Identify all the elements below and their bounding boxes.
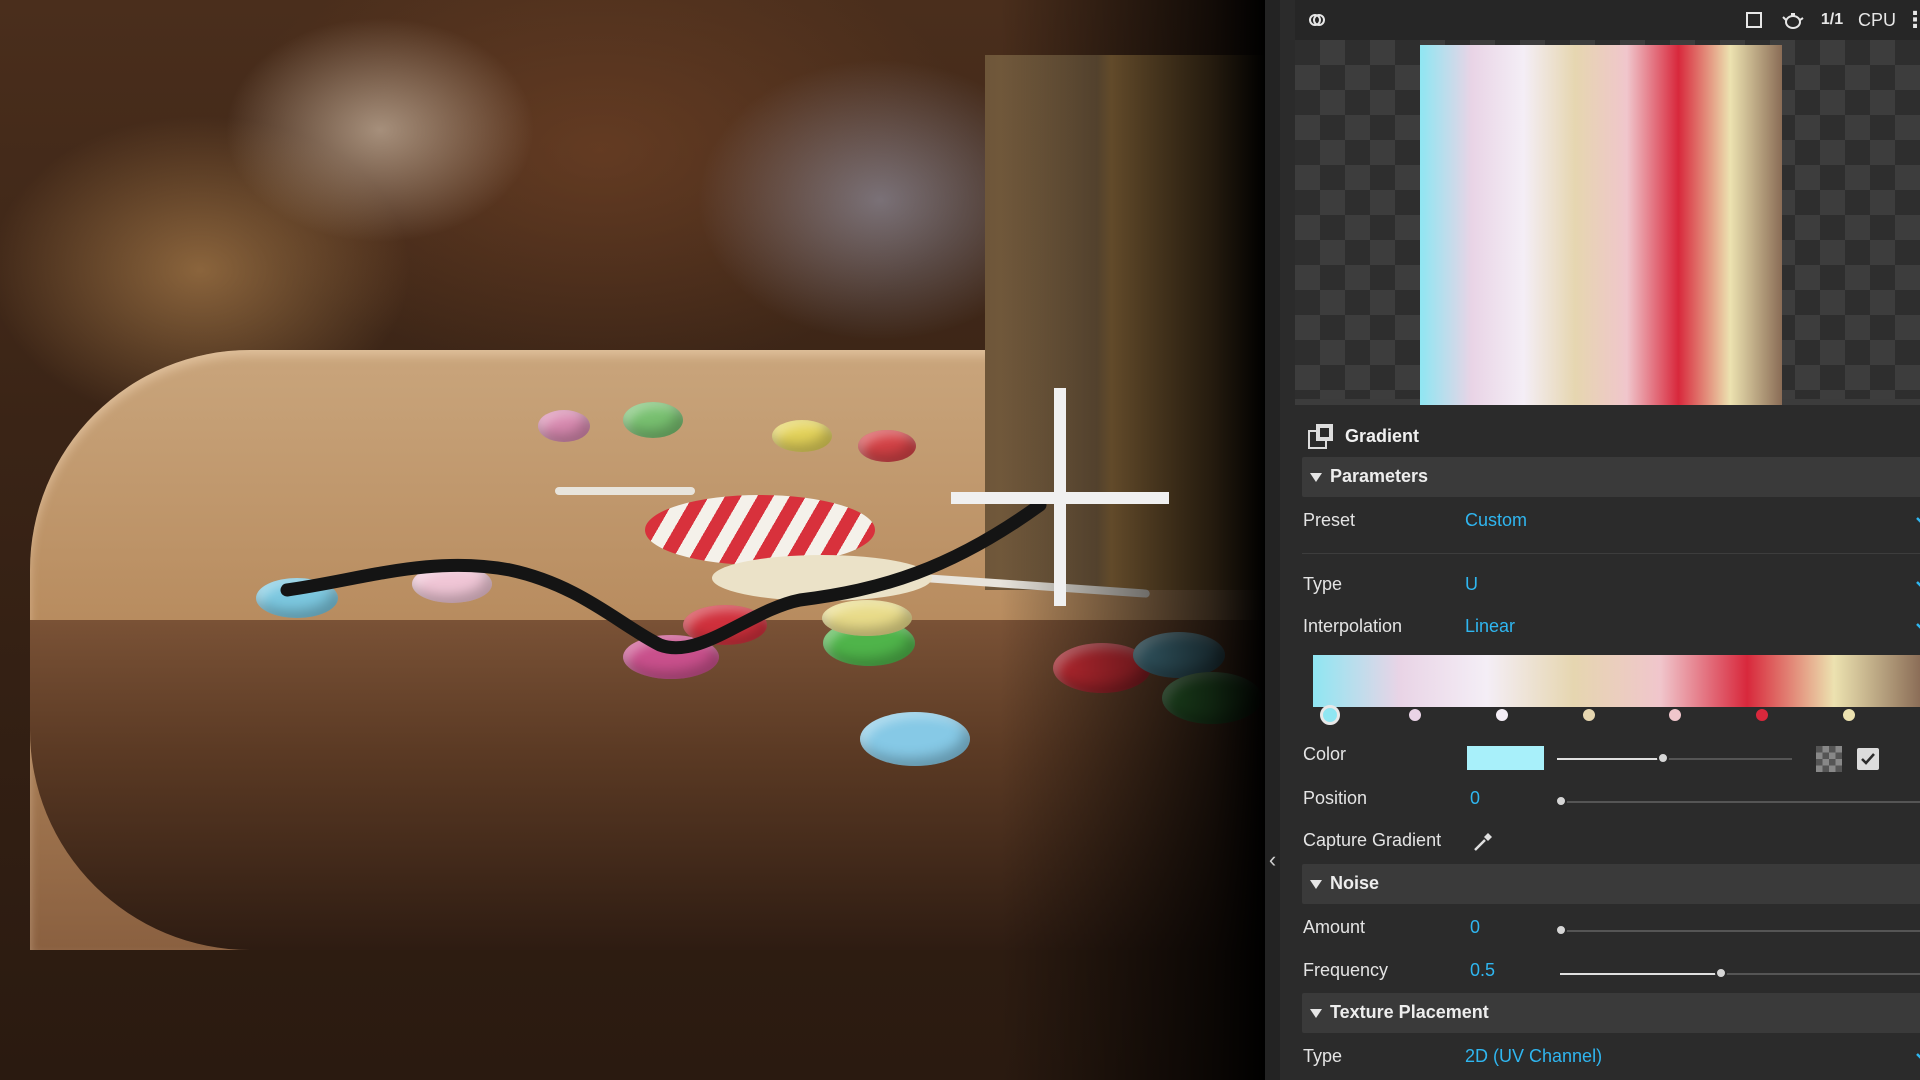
crosshair-cursor-horizontal: [951, 492, 1169, 504]
gradient-preview-image: [1420, 45, 1782, 405]
texture-preview: [1295, 40, 1920, 405]
preset-dropdown[interactable]: Custom: [1465, 510, 1527, 531]
amount-slider-track[interactable]: [1560, 930, 1920, 932]
paint-stroke: [280, 498, 1047, 655]
gradient-stop-5[interactable]: [1754, 707, 1771, 723]
collapse-panel-chevron-icon[interactable]: ‹: [1265, 835, 1280, 885]
position-slider-knob[interactable]: [1555, 795, 1567, 807]
type-row: Type U: [1295, 574, 1920, 604]
frequency-slider-fill: [1560, 973, 1722, 975]
gradient-stop-1[interactable]: [1406, 707, 1423, 723]
placement-type-label: Type: [1303, 1046, 1343, 1066]
checker-icon[interactable]: [1816, 746, 1842, 772]
interpolation-row: Interpolation Linear: [1295, 616, 1920, 646]
chevron-down-icon[interactable]: [1913, 616, 1920, 638]
eyedropper-icon[interactable]: [1471, 830, 1495, 854]
section-parameters[interactable]: Parameters: [1302, 457, 1920, 497]
position-row: Position 0: [1295, 788, 1920, 818]
amount-value[interactable]: 0: [1470, 917, 1480, 938]
gradient-stop-6[interactable]: [1841, 707, 1858, 723]
frequency-slider-knob[interactable]: [1715, 967, 1728, 979]
interpolation-dropdown[interactable]: Linear: [1465, 616, 1515, 637]
frequency-row: Frequency 0.5: [1295, 960, 1920, 990]
amount-label: Amount: [1303, 917, 1366, 937]
checkbox-checked[interactable]: [1857, 748, 1879, 770]
gradient-stop-4[interactable]: [1667, 707, 1684, 723]
capture-gradient-label: Capture Gradient: [1303, 830, 1442, 850]
preview-toolbar: 1/1 CPU ⋮: [1295, 0, 1920, 40]
ratio-label: 1/1: [1820, 11, 1844, 28]
node-title: Gradient: [1345, 426, 1420, 446]
type-dropdown[interactable]: U: [1465, 574, 1478, 595]
node-header: Gradient: [1295, 418, 1920, 454]
color-swatch[interactable]: [1467, 746, 1544, 770]
check-icon: [1861, 753, 1875, 765]
interpolation-label: Interpolation: [1303, 616, 1403, 636]
section-texture-placement-title: Texture Placement: [1330, 1002, 1489, 1022]
link-icon[interactable]: [1303, 6, 1331, 34]
position-value[interactable]: 0: [1470, 788, 1480, 809]
separator: [1302, 553, 1920, 554]
gradient-stop-3[interactable]: [1580, 707, 1597, 723]
expand-triangle-icon: [1310, 473, 1322, 482]
section-texture-placement[interactable]: Texture Placement: [1302, 993, 1920, 1033]
amount-row: Amount 0: [1295, 917, 1920, 947]
section-noise[interactable]: Noise: [1302, 864, 1920, 904]
cpu-label: CPU: [1857, 9, 1896, 30]
section-parameters-title: Parameters: [1330, 466, 1429, 486]
properties-panel: ‹ 1/1 CPU ⋮ Gradient Parameters Preset C…: [1265, 0, 1920, 1080]
chevron-down-icon[interactable]: [1913, 510, 1920, 532]
gradient-stop-0[interactable]: [1320, 705, 1340, 725]
cpu-button[interactable]: CPU: [1855, 6, 1899, 34]
gradient-stop-2[interactable]: [1493, 707, 1510, 723]
expand-triangle-icon: [1310, 1009, 1322, 1018]
preset-row: Preset Custom: [1295, 510, 1920, 540]
position-slider-track[interactable]: [1560, 801, 1920, 803]
expand-triangle-icon: [1310, 880, 1322, 889]
placement-type-dropdown[interactable]: 2D (UV Channel): [1465, 1046, 1602, 1067]
amount-slider-knob[interactable]: [1555, 924, 1567, 936]
color-row: Color: [1295, 744, 1920, 774]
placement-type-row: Type 2D (UV Channel): [1295, 1046, 1920, 1076]
preset-label: Preset: [1303, 510, 1356, 530]
gradient-node-icon: [1307, 422, 1335, 450]
frequency-value[interactable]: 0.5: [1470, 960, 1495, 981]
teapot-icon[interactable]: [1779, 6, 1807, 34]
square-view-icon[interactable]: [1741, 6, 1767, 34]
position-label: Position: [1303, 788, 1368, 808]
ratio-button[interactable]: 1/1: [1817, 6, 1847, 34]
render-viewport[interactable]: [0, 0, 1265, 1080]
color-slider-fill: [1557, 758, 1663, 760]
section-noise-title: Noise: [1330, 873, 1380, 893]
chevron-down-icon[interactable]: [1913, 574, 1920, 596]
color-label: Color: [1303, 744, 1347, 764]
type-label: Type: [1303, 574, 1343, 594]
chevron-down-icon[interactable]: [1913, 1046, 1920, 1068]
gradient-bar[interactable]: [1313, 655, 1920, 707]
color-slider-knob[interactable]: [1656, 752, 1669, 764]
more-options-icon[interactable]: ⋮: [1904, 6, 1920, 34]
frequency-label: Frequency: [1303, 960, 1389, 980]
capture-gradient-row: Capture Gradient: [1295, 830, 1920, 860]
